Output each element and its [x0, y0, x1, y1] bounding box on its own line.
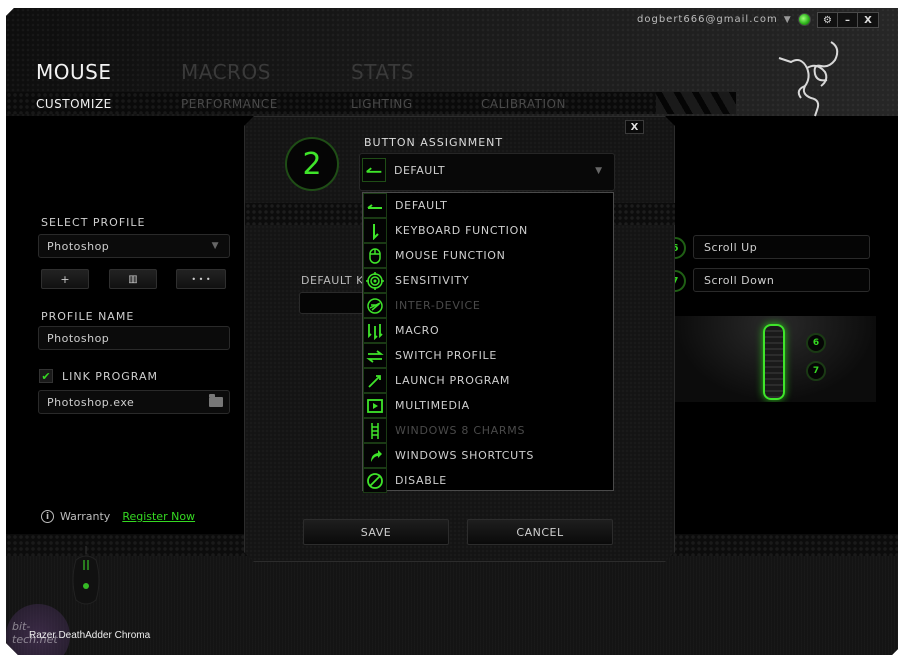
chevron-down-icon: ▼	[211, 241, 219, 251]
chevron-down-icon[interactable]: ▼	[784, 15, 792, 25]
preview-badge-6[interactable]: 6	[806, 333, 826, 353]
disable-icon	[363, 468, 387, 493]
account-menu[interactable]: dogbert666@gmail.com ▼	[637, 13, 811, 26]
option-mouse-function[interactable]: MOUSE FUNCTION	[363, 243, 613, 268]
button-assignment-label: BUTTON ASSIGNMENT	[364, 136, 504, 149]
delete-profile-button[interactable]: ▥	[109, 269, 157, 289]
account-email[interactable]: dogbert666@gmail.com	[637, 14, 778, 25]
info-icon: i	[41, 510, 54, 523]
add-profile-button[interactable]: +	[41, 269, 89, 289]
subtab-lighting[interactable]: LIGHTING	[351, 97, 413, 111]
option-windows-shortcuts[interactable]: WINDOWS SHORTCUTS	[363, 443, 613, 468]
device-mouse-icon[interactable]	[68, 546, 104, 608]
profile-name-label: PROFILE NAME	[41, 310, 135, 323]
binding-button-6[interactable]: Scroll Up	[693, 235, 870, 259]
default-arrow-icon	[362, 158, 386, 182]
chevron-down-icon: ▼	[595, 166, 602, 176]
tab-macros[interactable]: MACROS	[181, 60, 351, 84]
default-key-field[interactable]	[299, 292, 369, 314]
option-multimedia[interactable]: MULTIMEDIA	[363, 393, 613, 418]
program-path-value: Photoshop.exe	[47, 395, 135, 409]
macro-icon	[363, 318, 387, 343]
option-launch-program[interactable]: LAUNCH PROGRAM	[363, 368, 613, 393]
option-switch-profile[interactable]: SWITCH PROFILE	[363, 343, 613, 368]
preview-badge-7[interactable]: 7	[806, 361, 826, 381]
option-default[interactable]: DEFAULT	[363, 193, 613, 218]
default-arrow-icon	[363, 193, 387, 218]
option-macro[interactable]: MACRO	[363, 318, 613, 343]
keyboard-function-icon	[363, 218, 387, 243]
assignment-select-value: DEFAULT	[394, 164, 446, 177]
button-assignment-modal: X 2 BUTTON ASSIGNMENT DEFAULT ▼ DEFAULT …	[244, 116, 675, 562]
minimize-button[interactable]: –	[838, 13, 858, 27]
profile-select-value: Photoshop	[47, 239, 110, 253]
target-icon	[363, 268, 387, 293]
charms-icon	[363, 418, 387, 443]
option-disable[interactable]: DISABLE	[363, 468, 613, 493]
assignment-select[interactable]: DEFAULT ▼	[359, 153, 615, 191]
settings-gear-icon[interactable]: ⚙	[818, 13, 838, 27]
inter-device-icon	[363, 293, 387, 318]
subtab-performance[interactable]: PERFORMANCE	[181, 97, 278, 111]
option-sensitivity[interactable]: SENSITIVITY	[363, 268, 613, 293]
folder-icon[interactable]	[209, 397, 223, 407]
profile-select[interactable]: Photoshop ▼	[38, 234, 230, 258]
tab-stats[interactable]: STATS	[351, 60, 521, 84]
assignment-dropdown: DEFAULT KEYBOARD FUNCTION MOUSE FUNCTION…	[362, 192, 614, 491]
subtab-customize[interactable]: CUSTOMIZE	[36, 97, 112, 111]
mouse-icon	[363, 243, 387, 268]
modal-close-button[interactable]: X	[625, 120, 644, 134]
launch-icon	[363, 368, 387, 393]
register-now-link[interactable]: Register Now	[122, 510, 195, 523]
device-name: Razer DeathAdder Chroma	[29, 630, 151, 641]
button-number-badge: 2	[285, 137, 339, 191]
more-options-button[interactable]: • • •	[176, 269, 226, 289]
main-tabs: MOUSE MACROS STATS	[36, 60, 521, 84]
razer-logo-icon	[771, 38, 851, 118]
sub-nav: CUSTOMIZE PERFORMANCE LIGHTING CALIBRATI…	[6, 92, 666, 114]
tab-mouse[interactable]: MOUSE	[36, 60, 181, 84]
scroll-wheel	[763, 324, 785, 400]
link-program-label: LINK PROGRAM	[62, 370, 158, 383]
select-profile-label: SELECT PROFILE	[41, 216, 146, 229]
option-inter-device[interactable]: INTER-DEVICE	[363, 293, 613, 318]
subtab-calibration[interactable]: CALIBRATION	[481, 97, 566, 111]
decorative-stripes	[656, 92, 736, 114]
shortcut-arrow-icon	[363, 443, 387, 468]
trash-icon: ▥	[128, 273, 138, 285]
window-controls: ⚙ – X	[817, 12, 879, 28]
program-path-input[interactable]: Photoshop.exe	[38, 390, 230, 414]
cancel-button[interactable]: CANCEL	[467, 519, 613, 545]
synapse-window: dogbert666@gmail.com ▼ ⚙ – X MOUSE MACRO…	[6, 8, 898, 655]
play-icon	[363, 393, 387, 418]
default-key-label: DEFAULT K	[301, 274, 364, 287]
save-button[interactable]: SAVE	[303, 519, 449, 545]
close-window-button[interactable]: X	[858, 13, 878, 27]
warranty-label: Warranty	[60, 510, 111, 523]
binding-button-7[interactable]: Scroll Down	[693, 268, 870, 292]
switch-arrows-icon	[363, 343, 387, 368]
option-windows-8-charms[interactable]: WINDOWS 8 CHARMS	[363, 418, 613, 443]
link-program-checkbox[interactable]: ✔	[39, 369, 53, 383]
profile-name-input[interactable]: Photoshop	[38, 326, 230, 350]
option-keyboard-function[interactable]: KEYBOARD FUNCTION	[363, 218, 613, 243]
online-status-icon	[798, 13, 811, 26]
warranty-row: i Warranty Register Now	[41, 510, 195, 523]
mouse-preview: 6 7	[675, 316, 876, 402]
